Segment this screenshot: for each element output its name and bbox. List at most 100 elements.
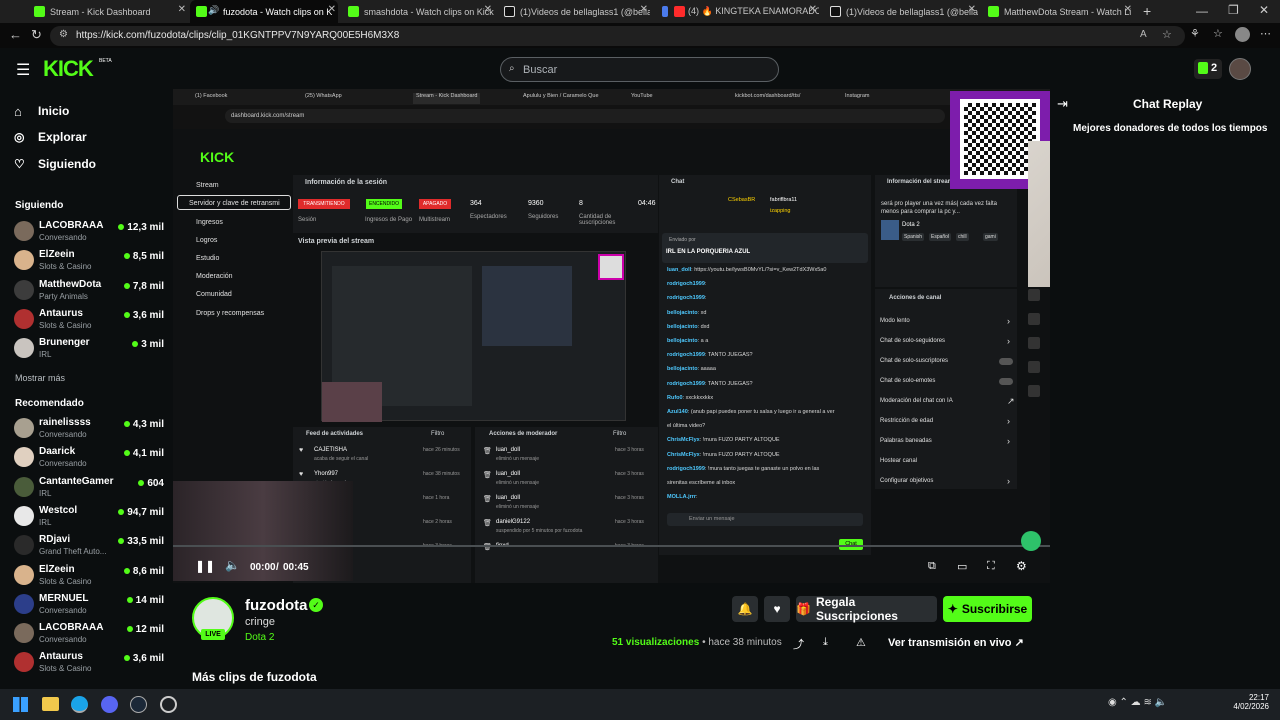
sidebar-channel[interactable]: ElZeein Slots & Casino 8,6 mil xyxy=(14,563,164,591)
window-close-button[interactable]: ✕ xyxy=(1259,3,1269,17)
maximize-button[interactable]: ❐ xyxy=(1228,3,1239,17)
clock[interactable]: 22:17 4/02/2026 xyxy=(1229,693,1269,711)
fullscreen-icon[interactable]: ⛶ xyxy=(987,560,995,573)
settings-icon[interactable]: ⚙ xyxy=(1016,559,1027,573)
chat-username: ChrisMcFlyx xyxy=(667,451,700,458)
chat-text: xd xyxy=(700,309,707,316)
favorites-icon[interactable]: ☆ xyxy=(1213,27,1223,40)
browser-tab[interactable]: (1)Videos de bellaglass1 (@bella ✕ xyxy=(824,0,978,23)
browser-tab[interactable]: Stream - Kick Dashboard ✕ xyxy=(28,0,188,23)
volume-icon[interactable]: 🔈 xyxy=(225,558,240,572)
sidebar-channel[interactable]: rainelissss Conversando 4,3 mil xyxy=(14,416,164,444)
show-more-link[interactable]: Mostrar más xyxy=(15,373,65,383)
sidebar-channel[interactable]: MatthewDota Party Animals 7,8 mil xyxy=(14,278,164,306)
follow-button[interactable]: ♥ xyxy=(764,596,790,622)
collapse-chat-icon[interactable]: ⇥ xyxy=(1057,96,1068,112)
tray-icons[interactable]: ◉ ⌃ ☁ ≋ 🔈 xyxy=(1108,697,1167,708)
browser-tab[interactable]: MatthewDota Stream - Watch Li ✕ xyxy=(982,0,1134,23)
chevron-right-icon: › xyxy=(1007,316,1010,326)
sidebar-channel[interactable]: Brunenger IRL 3 mil xyxy=(14,336,164,364)
new-tab-button[interactable]: + xyxy=(1143,3,1151,19)
back-icon[interactable]: ← xyxy=(9,27,22,42)
close-icon[interactable]: ✕ xyxy=(1124,4,1132,15)
reload-icon[interactable]: ↻ xyxy=(31,27,42,43)
close-icon[interactable]: ✕ xyxy=(968,4,976,15)
close-icon[interactable]: ✕ xyxy=(328,4,336,15)
clip-game[interactable]: Dota 2 xyxy=(245,632,274,643)
discord-icon[interactable] xyxy=(101,696,118,713)
profile-avatar[interactable] xyxy=(1235,27,1250,42)
pause-icon[interactable]: ❚❚ xyxy=(195,559,215,573)
share-icon[interactable]: ⤴ xyxy=(793,636,804,652)
notification-button[interactable]: 🔔 xyxy=(732,596,758,622)
chat-username: bellojacinto xyxy=(667,323,698,330)
kick-favicon-icon xyxy=(348,6,359,17)
chat-message: rodrigoch1999: TANTO JUEGAS? xyxy=(667,381,753,387)
watch-live-button[interactable]: Ver transmisión en vivo ↗ xyxy=(888,636,1024,649)
views-label: visualizaciones xyxy=(625,637,700,648)
user-avatar[interactable] xyxy=(1229,58,1251,80)
report-icon[interactable]: ⚠ xyxy=(856,636,866,649)
close-icon[interactable]: ✕ xyxy=(484,4,492,15)
windows-start-icon[interactable] xyxy=(13,697,28,712)
kicks-button[interactable]: 2 xyxy=(1194,59,1222,79)
download-icon[interactable]: ⤓ xyxy=(823,636,828,649)
sidebar-channel[interactable]: ElZeein Slots & Casino 8,5 mil xyxy=(14,248,164,276)
browser-tab-active[interactable]: 🔊 fuzodota - Watch clips on K ✕ xyxy=(190,0,338,23)
url-field[interactable]: ⚙ https://kick.com/fuzodota/clips/clip_0… xyxy=(50,26,1185,46)
close-icon[interactable]: ✕ xyxy=(809,4,817,15)
read-aloud-icon[interactable]: A xyxy=(1140,29,1147,40)
clip-time-ago: hace 38 minutos xyxy=(708,637,782,648)
sidebar-channel[interactable]: Antaurus Slots & Casino 3,6 mil xyxy=(14,307,164,335)
edge-browser-icon[interactable] xyxy=(71,696,88,713)
chat-message: bellojacinto: aaaaa xyxy=(667,366,716,372)
more-menu-icon[interactable]: ⋯ xyxy=(1260,27,1271,40)
chat-text: dxd xyxy=(700,323,710,330)
nav-explorar[interactable]: ◎ Explorar xyxy=(14,130,87,144)
favorite-star-icon[interactable]: ☆ xyxy=(1162,28,1172,41)
minimize-button[interactable]: — xyxy=(1196,4,1208,18)
viewer-count-value: 4,3 mil xyxy=(132,419,164,430)
speaker-icon[interactable]: 🔊 xyxy=(208,5,219,16)
sidebar-channel[interactable]: Antaurus Slots & Casino 3,6 mil xyxy=(14,650,164,678)
close-icon[interactable]: ✕ xyxy=(640,4,648,15)
progress-track[interactable] xyxy=(173,545,1050,547)
browser-tab[interactable]: (1)Videos de bellaglass1 (@bella ✕ xyxy=(498,0,650,23)
app-icon[interactable] xyxy=(160,696,177,713)
browser-tab[interactable]: smashdota - Watch clips on Kick ✕ xyxy=(342,0,494,23)
sidebar-channel[interactable]: CantanteGamer IRL 604 xyxy=(14,475,164,503)
extensions-icon[interactable]: ⚘ xyxy=(1190,27,1200,40)
kick-favicon-icon xyxy=(196,6,207,17)
subscribe-button[interactable]: ✦ Suscribirse xyxy=(943,596,1032,622)
browser-tab[interactable]: (4) 🔥 KINGTEKA ENAMORADO ✕ xyxy=(656,0,819,23)
close-icon[interactable]: ✕ xyxy=(178,4,186,15)
kick-logo[interactable]: KICK xyxy=(43,56,94,82)
hamburger-menu-icon[interactable]: ☰ xyxy=(16,60,30,80)
dashboard-menu-item: Logros xyxy=(196,237,218,244)
pip-icon[interactable]: ⧉ xyxy=(928,560,936,573)
channel-name: MatthewDota xyxy=(39,278,102,290)
viewer-count: 4,1 mil xyxy=(123,448,164,459)
sidebar-channel[interactable]: LACOBRAAA Conversando 12,3 mil xyxy=(14,219,164,247)
channel-name[interactable]: fuzodota xyxy=(245,597,307,614)
steam-icon[interactable] xyxy=(130,696,147,713)
gift-subs-button[interactable]: 🎁 Regala Suscripciones xyxy=(796,595,937,623)
sidebar-channel[interactable]: MERNUEL Conversando 14 mil xyxy=(14,592,164,620)
channel-category: IRL xyxy=(39,517,52,527)
chevron-right-icon: › xyxy=(1007,436,1010,446)
url-text: https://kick.com/fuzodota/clips/clip_01K… xyxy=(76,30,400,41)
mod-actions-title: Acciones de moderador xyxy=(489,431,558,437)
stream-info-game: Dota 2 xyxy=(902,222,920,228)
file-explorer-icon[interactable] xyxy=(42,697,59,711)
video-player[interactable]: (1) Facebook (25) WhatsApp Stream - Kick… xyxy=(173,89,1050,583)
sidebar-channel[interactable]: Daarick Conversando 4,1 mil xyxy=(14,445,164,473)
nav-inicio[interactable]: ⌂ Inicio xyxy=(14,104,69,119)
search-input[interactable]: ⌕ Buscar xyxy=(500,57,779,82)
theater-mode-icon[interactable]: ▭ xyxy=(957,560,967,573)
sidebar-channel[interactable]: Westcol IRL 94,7 mil xyxy=(14,504,164,532)
sidebar-channel[interactable]: LACOBRAAA Conversando 12 mil xyxy=(14,621,164,649)
site-info-icon[interactable]: ⚙ xyxy=(59,29,68,40)
nav-siguiendo[interactable]: ♡ Siguiendo xyxy=(14,157,96,171)
channel-category: Party Animals xyxy=(39,291,88,301)
sidebar-channel[interactable]: RDjavi Grand Theft Auto... 33,5 mil xyxy=(14,533,164,561)
